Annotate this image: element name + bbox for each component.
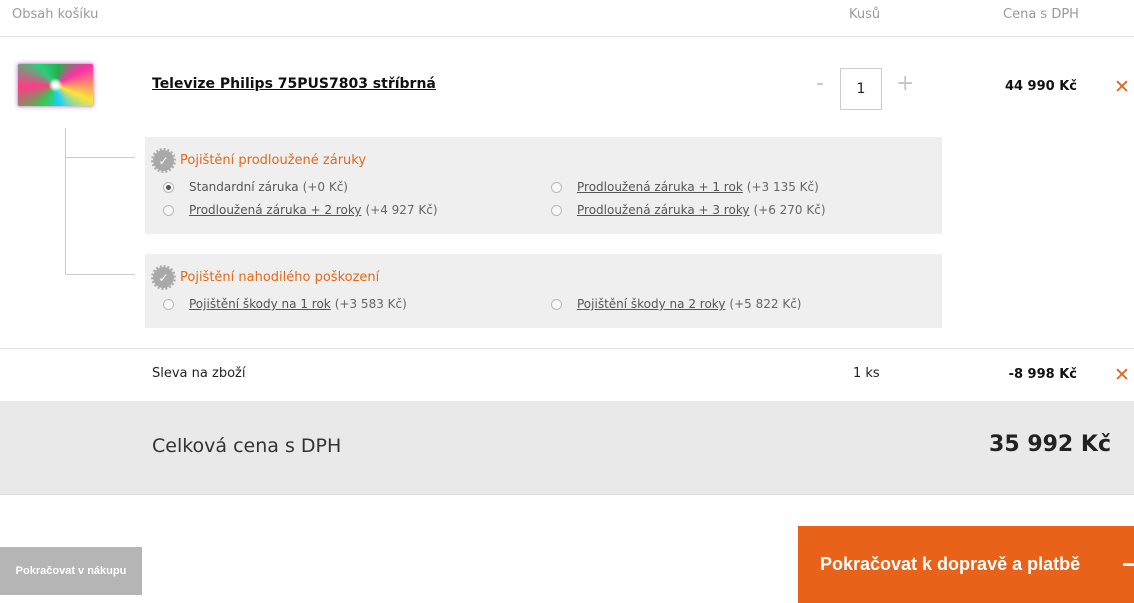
warranty-option-standard[interactable]: Standardní záruka (+0 Kč): [163, 180, 348, 194]
damage-title-text: Pojištění nahodilého poškození: [180, 270, 380, 285]
tree-connector-vertical: [65, 128, 66, 275]
radio-unselected[interactable]: [163, 298, 174, 310]
damage-insurance-panel: ✓ Pojištění nahodilého poškození Pojiště…: [145, 254, 942, 328]
radio-unselected[interactable]: [551, 204, 562, 216]
warranty-insurance-panel: ✓ Pojištění prodloužené záruky Standardn…: [145, 137, 942, 234]
warranty-option-plus3[interactable]: Prodloužená záruka + 3 roky (+6 270 Kč): [551, 203, 826, 217]
total-value: 35 992 Kč: [989, 432, 1111, 457]
price-header: Cena s DPH: [1003, 7, 1079, 22]
quantity-decrease-button[interactable]: -: [816, 72, 824, 96]
total-label: Celková cena s DPH: [152, 435, 342, 457]
radio-unselected[interactable]: [551, 181, 562, 193]
warranty-title-text: Pojištění prodloužené záruky: [180, 153, 367, 168]
quantity-header: Kusů: [849, 7, 881, 22]
warranty-option-plus1[interactable]: Prodloužená záruka + 1 rok (+3 135 Kč): [551, 180, 819, 194]
cart-contents-header: Obsah košíku: [12, 7, 99, 22]
arrow-right-icon: [1123, 563, 1134, 566]
continue-checkout-label: Pokračovat k dopravě a platbě: [820, 554, 1081, 574]
discount-quantity: 1 ks: [853, 366, 880, 381]
discount-label: Sleva na zboží: [152, 366, 246, 381]
quantity-increase-button[interactable]: +: [896, 72, 914, 96]
remove-discount-icon[interactable]: ✕: [1114, 366, 1130, 385]
radio-unselected[interactable]: [163, 204, 174, 216]
continue-shopping-button[interactable]: Pokračovat v nákupu: [0, 547, 142, 595]
discount-divider: [0, 348, 1134, 349]
remove-product-icon[interactable]: ✕: [1114, 78, 1130, 97]
damage-title: ✓ Pojištění nahodilého poškození: [151, 265, 380, 290]
check-badge-icon: ✓: [151, 265, 176, 290]
quantity-input[interactable]: [840, 68, 882, 110]
discount-price: -8 998 Kč: [1008, 367, 1077, 382]
damage-option-1year[interactable]: Pojištění škody na 1 rok (+3 583 Kč): [163, 297, 407, 311]
continue-checkout-button[interactable]: Pokračovat k dopravě a platbě: [798, 526, 1134, 603]
product-name-link[interactable]: Televize Philips 75PUS7803 stříbrná: [152, 76, 436, 92]
product-price: 44 990 Kč: [1004, 79, 1077, 94]
product-thumbnail[interactable]: [17, 63, 94, 107]
radio-selected[interactable]: [163, 181, 174, 193]
warranty-option-plus2[interactable]: Prodloužená záruka + 2 roky (+4 927 Kč): [163, 203, 438, 217]
check-badge-icon: ✓: [151, 148, 176, 173]
warranty-title: ✓ Pojištění prodloužené záruky: [151, 148, 367, 173]
tree-connector-warranty: [65, 157, 135, 158]
radio-unselected[interactable]: [551, 298, 562, 310]
tree-connector-damage: [65, 274, 135, 275]
header-divider: [0, 36, 1134, 37]
damage-option-2years[interactable]: Pojištění škody na 2 roky (+5 822 Kč): [551, 297, 801, 311]
